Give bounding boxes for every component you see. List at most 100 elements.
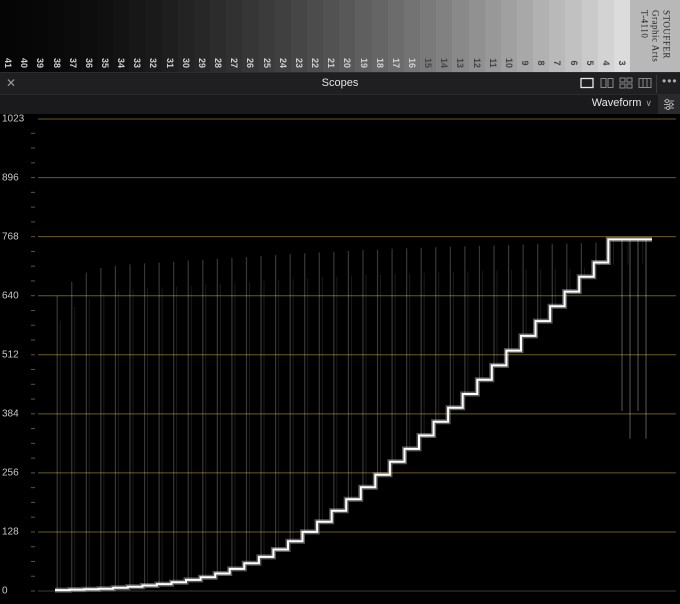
layout-grid-icon[interactable]	[638, 77, 652, 89]
grayscale-step-number: 32	[148, 57, 159, 69]
grayscale-step: 18	[371, 0, 388, 72]
grayscale-step-number: 16	[406, 57, 417, 69]
y-tick-label: 640	[2, 290, 19, 302]
grayscale-step: 21	[323, 0, 340, 72]
grayscale-step-number: 6	[568, 60, 579, 66]
grayscale-step: 24	[274, 0, 291, 72]
grayscale-step-number: 8	[536, 60, 547, 66]
grayscale-step-number: 41	[3, 57, 14, 69]
grayscale-step-number: 25	[261, 57, 272, 69]
grayscale-step-number: 17	[390, 57, 401, 69]
chevron-down-icon: ∨	[645, 98, 652, 108]
grayscale-step: 23	[290, 0, 307, 72]
grayscale-step: 5	[581, 0, 598, 72]
grayscale-step-number: 12	[471, 57, 482, 69]
grayscale-step-number: 3	[617, 60, 628, 66]
grayscale-step: 26	[242, 0, 259, 72]
y-tick-label: 1023	[2, 113, 25, 125]
grayscale-step: 27	[226, 0, 243, 72]
grayscale-step: 32	[145, 0, 162, 72]
grayscale-step: 12	[468, 0, 485, 72]
grayscale-step: 19	[355, 0, 372, 72]
grayscale-step-number: 36	[83, 57, 94, 69]
grayscale-step: 28	[210, 0, 227, 72]
stouffer-label-line-2: Graphic Arts	[650, 9, 661, 63]
grayscale-step-number: 11	[487, 58, 498, 68]
grayscale-step-number: 15	[423, 57, 434, 69]
grayscale-step-number: 13	[455, 57, 466, 69]
panel-titlebar: ✕ Scopes •••	[0, 72, 680, 94]
grayscale-step-number: 35	[100, 57, 111, 69]
waveform-plot	[31, 118, 676, 593]
grayscale-step: 39	[32, 0, 49, 72]
grayscale-step-number: 34	[116, 57, 127, 69]
grayscale-step: 35	[96, 0, 114, 72]
y-tick-label: 512	[2, 349, 19, 361]
scope-toolbar: Waveform ∨	[0, 94, 680, 114]
grayscale-step: 15	[420, 0, 437, 72]
grayscale-step: 37	[64, 0, 81, 72]
grayscale-step: 6	[565, 0, 582, 72]
grayscale-step: 16	[403, 0, 421, 72]
y-tick-label: 384	[2, 408, 19, 420]
grayscale-step-number: 5	[584, 60, 595, 66]
grayscale-step: 36	[80, 0, 97, 72]
grayscale-step: 4	[597, 0, 614, 72]
grayscale-step: 29	[193, 0, 211, 72]
grayscale-step-number: 39	[35, 57, 46, 69]
grayscale-step-number: 21	[326, 57, 337, 69]
scope-type-dropdown[interactable]: Waveform ∨	[592, 97, 652, 109]
grayscale-step-number: 7	[552, 60, 563, 66]
y-tick-label: 896	[2, 172, 19, 184]
stouffer-label-line-1: STOUFFER	[661, 9, 672, 59]
grayscale-step: 20	[339, 0, 356, 72]
grayscale-step-number: 31	[164, 57, 175, 69]
grayscale-step: 30	[177, 0, 194, 72]
layout-quad-icon[interactable]	[619, 77, 633, 89]
grayscale-step-number: 37	[67, 57, 78, 69]
stouffer-label-line-3: T-4110	[639, 9, 650, 39]
grayscale-step-number: 29	[196, 57, 207, 69]
grayscale-step-number: 23	[293, 57, 304, 69]
grayscale-step: 14	[436, 0, 453, 72]
grayscale-step: 3	[613, 0, 631, 72]
grayscale-step-number: 22	[310, 57, 321, 69]
grayscale-chart-strip: 41 40 39 38 37 36 35 34 33 32 31 30 29 28 27 26 25 24 23 22…	[0, 0, 680, 72]
y-tick-label: 128	[2, 526, 19, 538]
waveform-scope: 0 128 256 384 512 640 768 896 1023	[0, 114, 680, 604]
stouffer-label: STOUFFER Graphic Arts T-4110	[630, 0, 680, 72]
y-tick-label: 768	[2, 231, 19, 243]
grayscale-step-number: 27	[229, 57, 240, 69]
grayscale-step-number: 4	[600, 60, 611, 66]
grayscale-step: 34	[113, 0, 130, 72]
grayscale-step-number: 38	[51, 57, 62, 69]
grayscale-step: 31	[161, 0, 178, 72]
layout-single-icon[interactable]	[580, 77, 594, 89]
panel-title: Scopes	[321, 77, 359, 89]
layout-split-icon[interactable]	[600, 77, 614, 89]
grayscale-step: 13	[452, 0, 469, 72]
grayscale-step: 40	[16, 0, 33, 72]
grayscale-step: 25	[258, 0, 275, 72]
grayscale-step: 33	[129, 0, 146, 72]
grayscale-step-number: 28	[213, 57, 224, 69]
scope-type-label: Waveform	[591, 97, 642, 109]
grayscale-step-number: 33	[132, 57, 143, 69]
grayscale-step-number: 14	[439, 57, 450, 69]
grayscale-step: 10	[500, 0, 517, 72]
grayscale-step: 17	[387, 0, 404, 72]
grayscale-step: 22	[306, 0, 324, 72]
y-tick-label: 256	[2, 467, 19, 479]
grayscale-step: 8	[533, 0, 550, 72]
grayscale-steps: 41 40 39 38 37 36 35 34 33 32 31 30 29 28 27 26 25 24 23 22…	[0, 0, 631, 72]
grayscale-step-number: 26	[245, 57, 256, 69]
y-tick-label: 0	[2, 585, 8, 597]
grayscale-step: 38	[48, 0, 65, 72]
grayscale-step-number: 9	[520, 60, 531, 66]
grayscale-step-number: 19	[358, 57, 369, 69]
more-horizontal-icon[interactable]: •••	[662, 74, 678, 88]
grayscale-step-number: 24	[277, 57, 288, 69]
settings-sliders-icon[interactable]	[658, 95, 680, 114]
grayscale-step-number: 10	[503, 57, 514, 69]
grayscale-step-number: 18	[374, 57, 385, 69]
